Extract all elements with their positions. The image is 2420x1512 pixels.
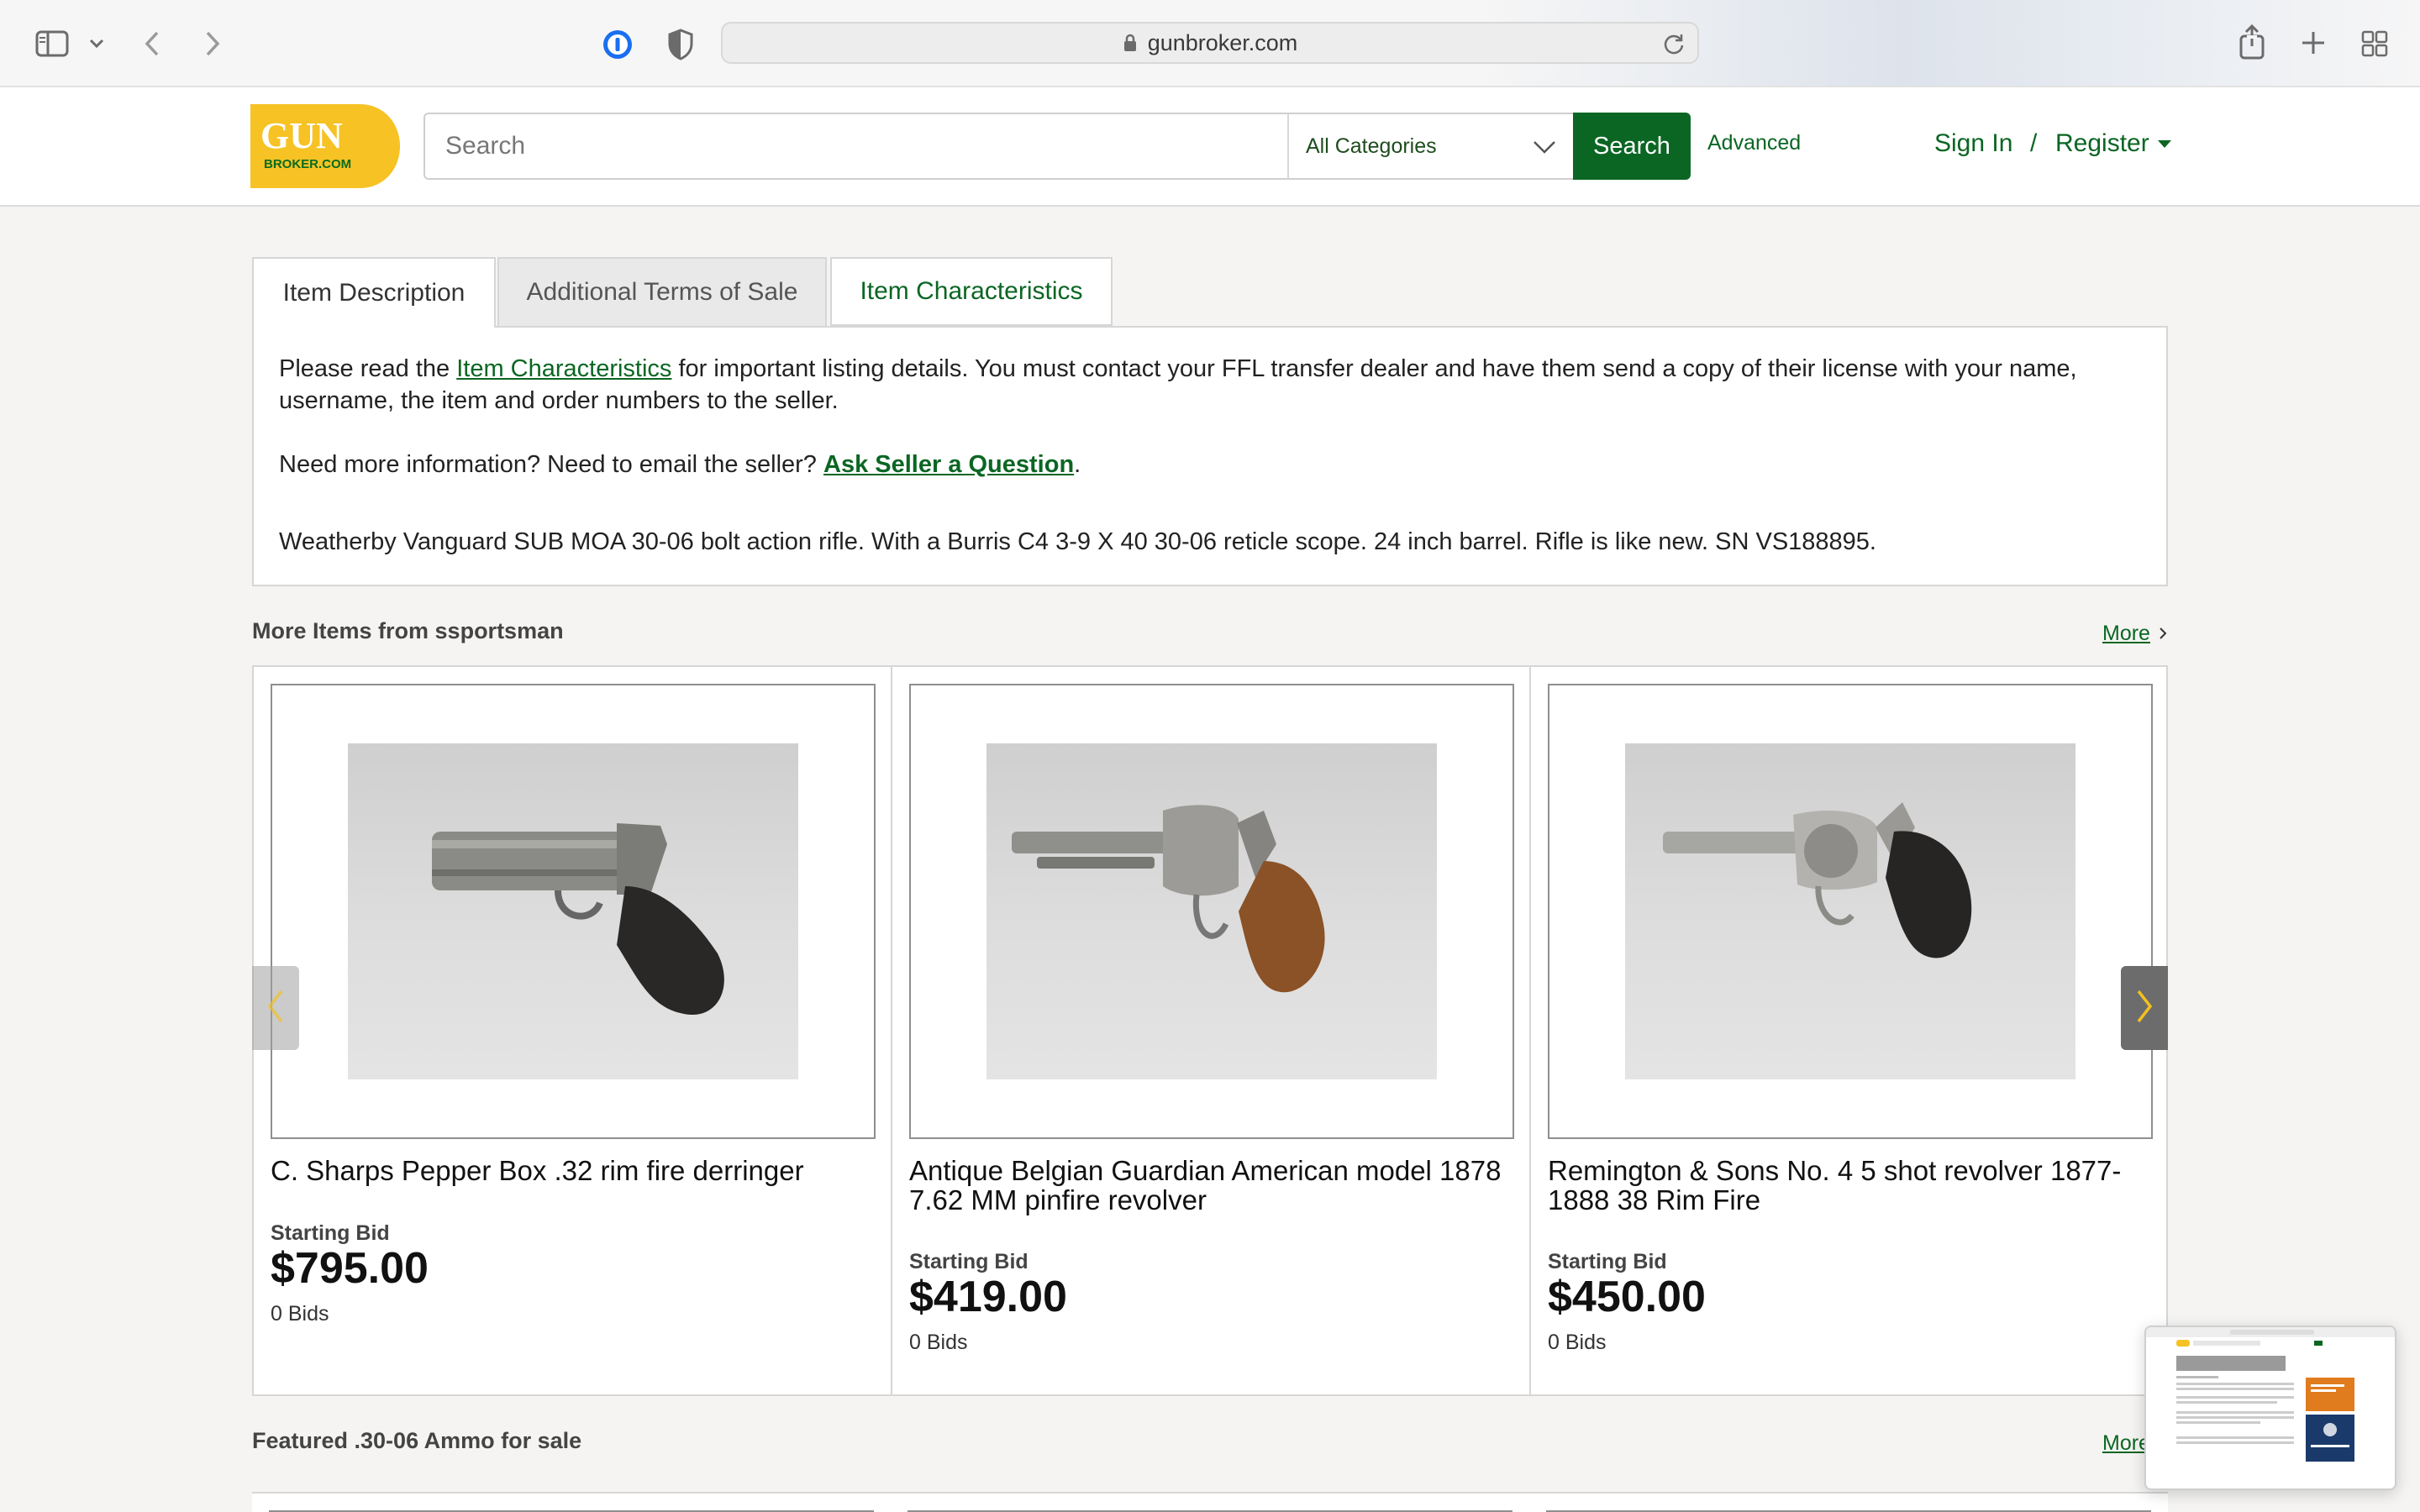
item-title[interactable]: Remington & Sons No. 4 5 shot revolver 1… bbox=[1548, 1156, 2161, 1215]
starting-bid-label: Starting Bid bbox=[271, 1221, 390, 1245]
item-price: $450.00 bbox=[1548, 1273, 1706, 1321]
category-select[interactable]: All Categories bbox=[1287, 113, 1575, 180]
ask-seller-link[interactable]: Ask Seller a Question bbox=[823, 451, 1074, 478]
bid-count: 0 Bids bbox=[271, 1302, 329, 1326]
item-photo bbox=[348, 743, 798, 1079]
contact-seller-prefix: Need more information? Need to email the… bbox=[279, 451, 823, 478]
item-card[interactable]: Remington & Sons No. 4 5 shot revolver 1… bbox=[1531, 667, 2170, 1394]
item-price: $795.00 bbox=[271, 1244, 429, 1293]
item-photo bbox=[986, 743, 1437, 1079]
tab-overview-icon[interactable] bbox=[2358, 27, 2391, 60]
carousel-prev-button[interactable] bbox=[252, 966, 299, 1050]
tab-additional-terms[interactable]: Additional Terms of Sale bbox=[497, 257, 827, 326]
logo-line-2: BROKER.COM bbox=[264, 157, 351, 171]
register-label: Register bbox=[2055, 129, 2149, 157]
site-header: GUN BROKER.COM All Categories Search Adv… bbox=[0, 87, 2420, 207]
chevron-right-icon bbox=[2159, 622, 2167, 646]
item-image[interactable] bbox=[909, 684, 1514, 1139]
ffl-notice: Please read the Item Characteristics for… bbox=[279, 353, 2141, 417]
bid-count: 0 Bids bbox=[909, 1331, 968, 1354]
tab-item-characteristics[interactable]: Item Characteristics bbox=[830, 257, 1113, 326]
reload-icon[interactable] bbox=[1662, 32, 1686, 60]
forward-icon[interactable] bbox=[198, 25, 227, 62]
search-input[interactable] bbox=[424, 113, 1289, 180]
search-button[interactable]: Search bbox=[1573, 113, 1691, 180]
item-title[interactable]: Antique Belgian Guardian American model … bbox=[909, 1156, 1523, 1215]
url-text: gunbroker.com bbox=[1147, 29, 1298, 55]
gunbroker-logo[interactable]: GUN BROKER.COM bbox=[250, 104, 400, 188]
screenshot-thumbnail[interactable] bbox=[2144, 1326, 2396, 1490]
item-title[interactable]: C. Sharps Pepper Box .32 rim fire derrin… bbox=[271, 1156, 884, 1185]
chevron-left-icon bbox=[266, 988, 285, 1029]
ffl-notice-text: Please read the bbox=[279, 355, 457, 382]
starting-bid-label: Starting Bid bbox=[1548, 1250, 1667, 1273]
browser-toolbar: gunbroker.com bbox=[0, 0, 2420, 87]
item-card[interactable]: C. Sharps Pepper Box .32 rim fire derrin… bbox=[254, 667, 892, 1394]
auth-separator: / bbox=[2030, 129, 2038, 157]
chevron-right-icon bbox=[2135, 988, 2154, 1029]
featured-ammo-carousel bbox=[252, 1492, 2168, 1512]
more-link-label: More bbox=[2102, 622, 2150, 645]
carousel-next-button[interactable] bbox=[2121, 966, 2168, 1050]
share-icon[interactable] bbox=[2235, 22, 2269, 62]
chevron-down-icon bbox=[1533, 136, 1556, 160]
privacy-shield-icon[interactable] bbox=[664, 27, 697, 62]
item-image[interactable] bbox=[271, 684, 876, 1139]
tab-item-description[interactable]: Item Description bbox=[252, 257, 496, 328]
advanced-search-link[interactable]: Advanced bbox=[1707, 131, 1801, 155]
item-description-panel: Please read the Item Characteristics for… bbox=[252, 326, 2168, 586]
starting-bid-label: Starting Bid bbox=[909, 1250, 1028, 1273]
more-items-carousel: C. Sharps Pepper Box .32 rim fire derrin… bbox=[252, 665, 2168, 1396]
sign-in-link[interactable]: Sign In bbox=[1934, 129, 2012, 158]
featured-more-link[interactable]: More bbox=[2102, 1431, 2150, 1456]
sidebar-toggle-icon[interactable] bbox=[32, 25, 72, 62]
address-bar[interactable]: gunbroker.com bbox=[721, 22, 1699, 64]
new-tab-icon[interactable] bbox=[2297, 27, 2329, 59]
item-photo bbox=[1625, 743, 2075, 1079]
contact-seller-text: Need more information? Need to email the… bbox=[279, 449, 2141, 480]
item-description-text: Weatherby Vanguard SUB MOA 30-06 bolt ac… bbox=[279, 528, 1876, 555]
featured-ammo-title: Featured .30-06 Ammo for sale bbox=[252, 1428, 582, 1453]
contact-seller-suffix: . bbox=[1074, 451, 1081, 478]
back-icon[interactable] bbox=[138, 25, 166, 62]
item-card[interactable]: Antique Belgian Guardian American model … bbox=[892, 667, 1531, 1394]
more-items-link[interactable]: More bbox=[2102, 622, 2167, 646]
register-dropdown[interactable]: Register bbox=[2055, 129, 2171, 158]
featured-more-label: More bbox=[2102, 1431, 2150, 1455]
category-selected-label: All Categories bbox=[1306, 134, 1437, 158]
bid-count: 0 Bids bbox=[1548, 1331, 1607, 1354]
lock-icon bbox=[1123, 33, 1138, 53]
chevron-down-icon[interactable] bbox=[84, 32, 109, 55]
item-image[interactable] bbox=[1548, 684, 2153, 1139]
caret-down-icon bbox=[2157, 139, 2171, 148]
logo-line-1: GUN bbox=[260, 115, 343, 156]
item-characteristics-link[interactable]: Item Characteristics bbox=[456, 355, 671, 382]
password-manager-icon[interactable] bbox=[600, 27, 635, 62]
more-items-title: More Items from ssportsman bbox=[252, 618, 564, 643]
item-price: $419.00 bbox=[909, 1273, 1067, 1321]
